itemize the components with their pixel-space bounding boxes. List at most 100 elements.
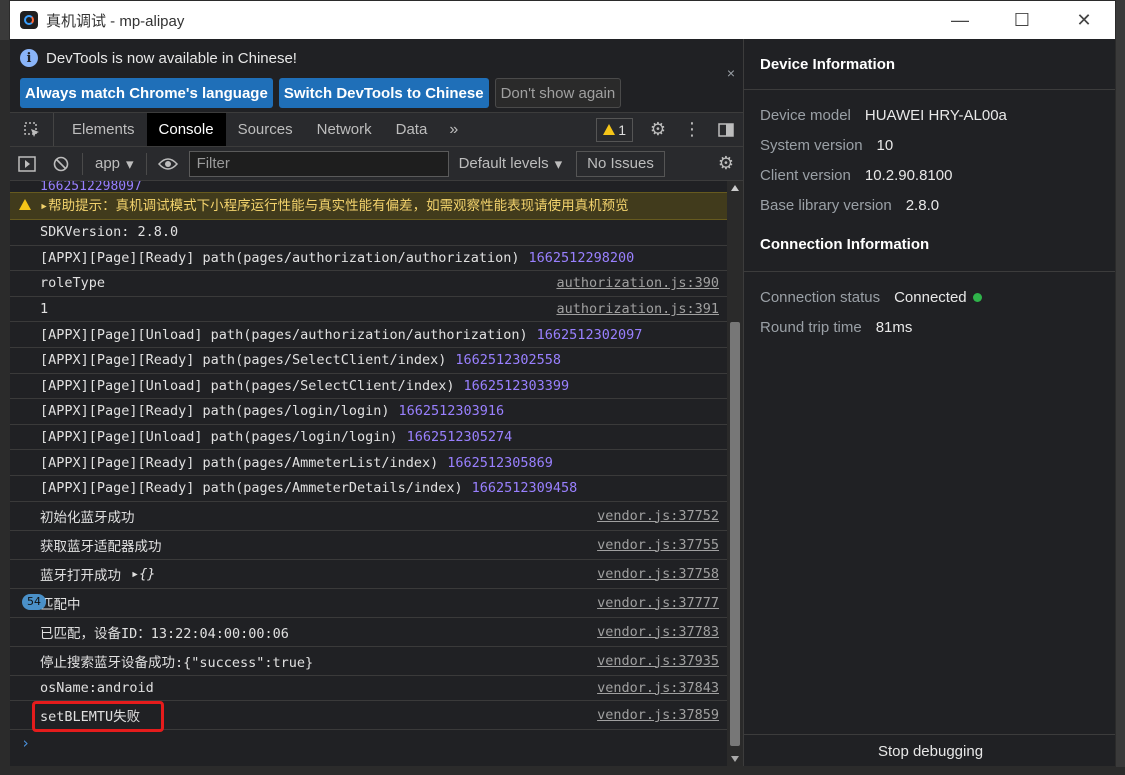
warning-icon (603, 124, 616, 135)
separator (145, 152, 147, 175)
warning-text[interactable]: ▸帮助提示：真机调试模式下小程序运行性能与真实性能有偏差，如需观察性能表现请使用… (40, 197, 629, 215)
console-row: 54 匹配中 vendor.js:37777 (10, 589, 727, 618)
source-link[interactable]: authorization.js:390 (544, 275, 719, 291)
base-library-value: 2.8.0 (905, 196, 940, 214)
infobar-close-icon[interactable]: × (727, 65, 735, 81)
console-scrollbar[interactable] (727, 181, 743, 766)
log-text: SDKVersion: 2.8.0 (40, 224, 179, 241)
issues-button[interactable]: No Issues (576, 150, 665, 177)
log-text: setBLEMTU失败 (40, 709, 141, 726)
console-row: 已匹配，设备ID：13:22:04:00:00:06 vendor.js:3778… (10, 618, 727, 647)
repeat-count-badge: 54 (22, 593, 46, 610)
context-value: app (95, 155, 121, 172)
console-row: [APPX][Page][Unload] path(pages/SelectCl… (10, 374, 727, 400)
console-prompt[interactable]: › (10, 730, 727, 752)
timestamp-number: 1662512305869 (447, 454, 553, 471)
sidebar-toggle-icon[interactable] (10, 147, 44, 180)
console-row: roleType authorization.js:390 (10, 271, 727, 297)
expand-object-toggle[interactable]: ▸{} (131, 566, 155, 582)
timestamp-number: 1662512309458 (471, 480, 578, 497)
scroll-up-arrow-icon[interactable] (731, 185, 739, 191)
console-row: [APPX][Page][Ready] path(pages/login/log… (10, 399, 727, 425)
console-row: 获取蓝牙适配器成功 vendor.js:37755 (10, 531, 727, 560)
tab-data[interactable]: Data (384, 113, 440, 146)
console-warning-row: ▸帮助提示：真机调试模式下小程序运行性能与真实性能有偏差，如需观察性能表现请使用… (10, 192, 727, 220)
infobar-message: DevTools is now available in Chinese! (46, 49, 297, 67)
info-icon: i (20, 49, 38, 67)
separator (82, 152, 83, 175)
warnings-badge[interactable]: 1 (596, 117, 633, 142)
device-info-panel: Device Information Device model HUAWEI HR… (743, 39, 1115, 766)
settings-gear-icon[interactable]: ⚙ (641, 113, 675, 146)
live-expression-eye-icon[interactable] (151, 147, 185, 180)
console-settings-icon[interactable]: ⚙ (709, 153, 743, 174)
tab-network[interactable]: Network (305, 113, 384, 146)
log-text: osName:android (40, 679, 154, 696)
console-row-partial: 1662512298097 (40, 181, 142, 192)
log-text: [APPX][Page][Ready] path(pages/SelectCli… (40, 352, 447, 369)
source-link[interactable]: vendor.js:37758 (585, 566, 719, 582)
device-model-value: HUAWEI HRY-AL00a (864, 106, 1007, 124)
connection-status-value: Connected (894, 288, 967, 306)
devtools-window: 真机调试 - mp-alipay — ☐ ✕ i DevTools is now… (9, 0, 1116, 767)
device-info-heading: Device Information (744, 39, 1115, 90)
warnings-count: 1 (618, 121, 626, 138)
scrollbar-thumb[interactable] (730, 322, 740, 746)
log-levels-dropdown[interactable]: Default levels ▾ (449, 155, 573, 173)
window-title: 真机调试 - mp-alipay (46, 12, 185, 30)
round-trip-label: Round trip time (760, 318, 862, 336)
stop-debugging-button[interactable]: Stop debugging (744, 734, 1115, 766)
dock-side-icon[interactable] (709, 113, 743, 146)
switch-to-chinese-button[interactable]: Switch DevTools to Chinese (278, 78, 489, 108)
log-text: [APPX][Page][Ready] path(pages/authoriza… (40, 249, 520, 266)
source-link[interactable]: authorization.js:391 (544, 301, 719, 317)
dont-show-again-button[interactable]: Don't show again (494, 78, 622, 108)
always-match-language-button[interactable]: Always match Chrome's language (20, 78, 273, 108)
source-link[interactable]: vendor.js:37752 (585, 508, 719, 524)
connection-status-label: Connection status (760, 288, 881, 306)
base-library-label: Base library version (760, 196, 892, 214)
log-text: 1 (40, 301, 49, 318)
system-version-label: System version (760, 136, 863, 154)
source-link[interactable]: vendor.js:37859 (585, 707, 719, 723)
tab-sources[interactable]: Sources (226, 113, 305, 146)
console-row: 停止搜索蓝牙设备成功:{"success":true} vendor.js:379… (10, 647, 727, 676)
app-logo-icon (20, 11, 38, 29)
title-bar: 真机调试 - mp-alipay — ☐ ✕ (10, 1, 1115, 39)
close-window-button[interactable]: ✕ (1053, 1, 1115, 39)
scroll-down-arrow-icon[interactable] (731, 756, 739, 762)
timestamp-number: 1662512305274 (406, 429, 513, 446)
console-row: osName:android vendor.js:37843 (10, 676, 727, 702)
tab-console[interactable]: Console (146, 113, 226, 146)
timestamp-number: 1662512302558 (455, 352, 562, 369)
maximize-button[interactable]: ☐ (991, 1, 1053, 39)
filter-input[interactable]: Filter (188, 150, 449, 177)
console-row: [APPX][Page][Unload] path(pages/login/lo… (10, 425, 727, 451)
source-link[interactable]: vendor.js:37783 (585, 624, 719, 640)
console-row: [APPX][Page][Ready] path(pages/AmmeterDe… (10, 476, 727, 502)
timestamp-number: 1662512303399 (463, 377, 570, 394)
source-link[interactable]: vendor.js:37843 (585, 680, 719, 696)
log-text: 停止搜索蓝牙设备成功:{"success":true} (40, 654, 314, 671)
source-link[interactable]: vendor.js:37777 (585, 595, 719, 611)
log-text: 获取蓝牙适配器成功 (40, 538, 162, 555)
log-text: roleType (40, 275, 106, 292)
source-link[interactable]: vendor.js:37935 (585, 653, 719, 669)
more-tabs-icon[interactable]: » (439, 121, 468, 139)
inspect-element-icon[interactable] (10, 113, 54, 146)
client-version-value: 10.2.90.8100 (864, 166, 953, 184)
timestamp-number: 1662512303916 (398, 403, 505, 420)
more-options-icon[interactable]: ⋮ (675, 113, 709, 146)
background-window-bottom (0, 767, 1125, 775)
log-text: 初始化蓝牙成功 (40, 509, 135, 526)
warning-icon (19, 199, 31, 210)
console-row: 1 authorization.js:391 (10, 297, 727, 323)
source-link[interactable]: vendor.js:37755 (585, 537, 719, 553)
minimize-button[interactable]: — (929, 1, 991, 39)
log-text: [APPX][Page][Unload] path(pages/authoriz… (40, 326, 528, 343)
clear-console-icon[interactable] (44, 147, 78, 180)
context-selector[interactable]: app ▾ (87, 155, 142, 173)
console-output: 1662512298097 ▸帮助提示：真机调试模式下小程序运行性能与真实性能有… (10, 181, 727, 766)
console-row: 蓝牙打开成功 ▸{} vendor.js:37758 (10, 560, 727, 589)
tab-elements[interactable]: Elements (54, 113, 147, 146)
